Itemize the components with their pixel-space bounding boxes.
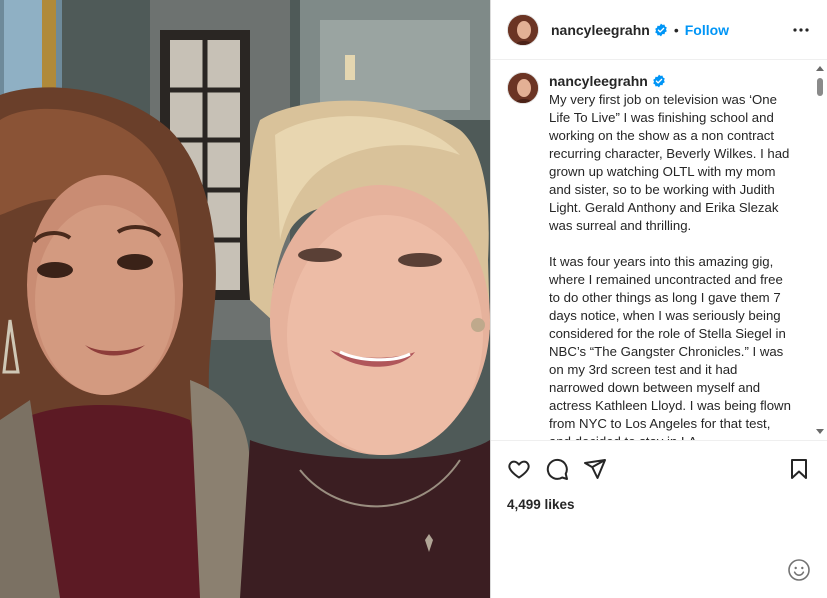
bookmark-icon[interactable] [787, 457, 811, 481]
emoji-icon[interactable] [787, 558, 811, 582]
avatar-image [508, 14, 538, 45]
caption: nancyleegrahn My very first job on telev… [507, 72, 805, 440]
heart-icon[interactable] [507, 457, 531, 481]
more-options-icon[interactable] [789, 18, 813, 42]
photo-illustration [0, 0, 490, 598]
action-icons [507, 455, 811, 483]
follow-button[interactable]: Follow [685, 22, 729, 38]
post-actions: 4,499 likes [491, 440, 827, 512]
scroll-up-arrow-icon[interactable] [816, 66, 824, 71]
comment-box [491, 542, 827, 598]
post-side-panel: nancyleegrahn • Follow nancyleegrahn My … [490, 0, 827, 598]
share-icon[interactable] [583, 457, 607, 481]
caption-username-text[interactable]: nancyleegrahn [549, 72, 648, 90]
comments-scrollbar[interactable] [814, 62, 825, 438]
verified-badge-icon [654, 23, 668, 37]
caption-avatar[interactable] [507, 72, 539, 104]
post-header: nancyleegrahn • Follow [491, 0, 827, 60]
caption-username[interactable]: nancyleegrahn [549, 72, 666, 90]
comment-input[interactable] [507, 562, 787, 578]
avatar[interactable] [507, 13, 539, 46]
likes-count[interactable]: 4,499 likes [507, 497, 811, 512]
caption-verified-badge-icon [652, 74, 666, 88]
post-photo[interactable] [0, 0, 490, 598]
comments-area[interactable]: nancyleegrahn My very first job on telev… [491, 60, 827, 440]
comment-icon[interactable] [545, 457, 569, 481]
caption-avatar-image [508, 73, 538, 103]
username-link[interactable]: nancyleegrahn [551, 22, 650, 38]
caption-paragraph-1: My very first job on television was ‘One… [549, 92, 794, 233]
scrollbar-thumb[interactable] [817, 78, 823, 96]
caption-body: nancyleegrahn My very first job on telev… [549, 72, 795, 440]
scroll-down-arrow-icon[interactable] [816, 429, 824, 434]
separator-dot: • [673, 21, 679, 38]
caption-paragraph-2: It was four years into this amazing gig,… [549, 254, 791, 440]
